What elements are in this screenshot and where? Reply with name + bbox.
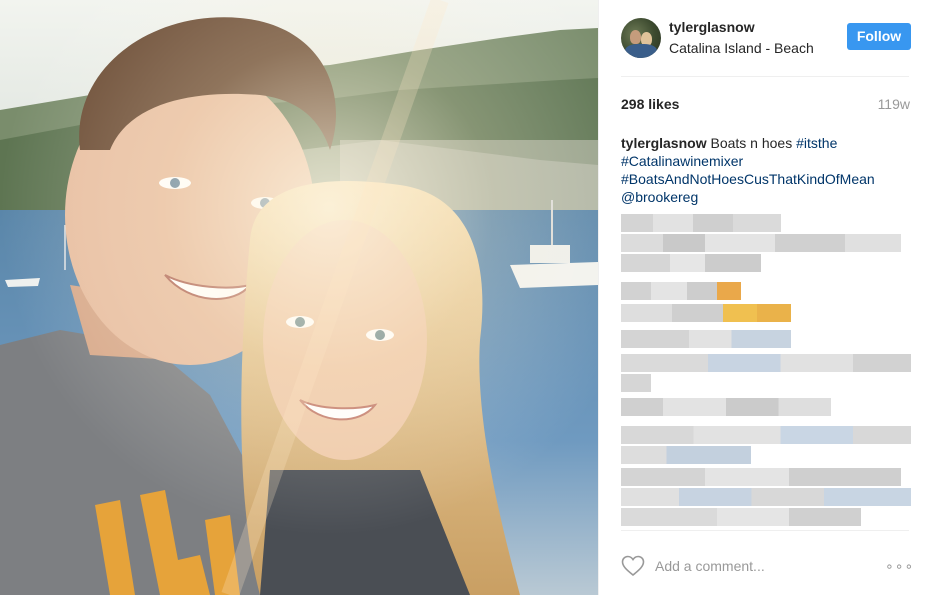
heart-icon[interactable] xyxy=(621,555,645,577)
likes-count[interactable]: 298 likes xyxy=(621,96,679,112)
pixelated-comment-block xyxy=(621,398,831,416)
pixelated-comment-block xyxy=(621,446,751,464)
pixelated-comment-block xyxy=(621,304,791,322)
post-sidebar: tylerglasnow Catalina Island - Beach Fol… xyxy=(598,0,932,595)
avatar-shirt xyxy=(625,44,657,58)
hashtag-boatsandnothoes[interactable]: #BoatsAndNotHoesCusThatKindOfMean xyxy=(621,170,875,188)
post-header: tylerglasnow Catalina Island - Beach Fol… xyxy=(621,18,911,77)
caption-text: Boats n hoes xyxy=(710,135,793,151)
post-photo[interactable] xyxy=(0,0,598,595)
hashtag-catalinawinemixer[interactable]: #Catalinawinemixer xyxy=(621,152,743,170)
pixelated-comment-block xyxy=(621,508,861,526)
add-comment-input[interactable] xyxy=(655,555,865,577)
comment-footer: ∘∘∘ xyxy=(621,530,913,595)
instagram-post: tylerglasnow Catalina Island - Beach Fol… xyxy=(0,0,932,595)
mention-brookereg[interactable]: @brookereg xyxy=(621,188,698,206)
hashtag-itsthe[interactable]: #itsthe xyxy=(796,134,837,152)
username-link[interactable]: tylerglasnow xyxy=(669,18,755,36)
pixelated-comments xyxy=(621,212,911,530)
caption-username[interactable]: tylerglasnow xyxy=(621,135,707,151)
location-link[interactable]: Catalina Island - Beach xyxy=(669,39,814,57)
pixelated-comment-block xyxy=(621,488,911,506)
pixelated-comment-block xyxy=(621,374,651,392)
avatar-person-1 xyxy=(630,30,641,44)
follow-button[interactable]: Follow xyxy=(847,23,911,50)
pixelated-comment-block xyxy=(621,330,791,348)
post-age[interactable]: 119w xyxy=(878,96,910,112)
pixelated-comment-block xyxy=(621,354,911,372)
pixelated-comment-block xyxy=(621,254,761,272)
avatar[interactable] xyxy=(621,18,661,58)
more-options-icon[interactable]: ∘∘∘ xyxy=(885,559,913,573)
pixelated-comment-block xyxy=(621,282,741,300)
caption: tylerglasnow Boats n hoes #itsthe #Catal… xyxy=(621,134,909,206)
selfie-image xyxy=(0,0,598,595)
pixelated-comment-block xyxy=(621,468,901,486)
pixelated-comment-block xyxy=(621,234,901,252)
pixelated-comment-block xyxy=(621,426,911,444)
pixelated-comment-block xyxy=(621,214,781,232)
